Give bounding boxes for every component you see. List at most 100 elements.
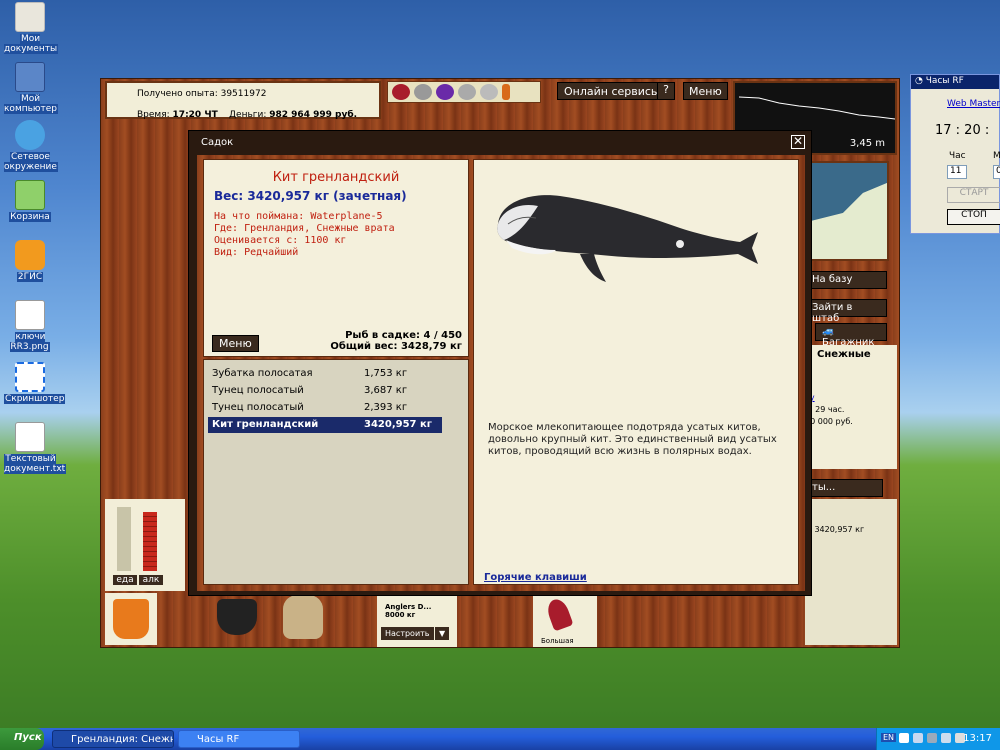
desktop-icon-2gis[interactable]: 2ГИС [4, 240, 56, 282]
web-master-link[interactable]: Web Master (I [947, 99, 1000, 109]
fish-description-panel: Морское млекопитающее подотряда усатых к… [473, 159, 799, 585]
taskbar-item-game[interactable]: Гренландия: Снежн... [52, 730, 174, 748]
list-item-weight: 3,687 кг [364, 385, 408, 396]
potion-gray-icon[interactable] [480, 84, 498, 100]
bowhead-whale-icon [497, 195, 758, 282]
list-item[interactable]: Тунец полосатый 2,393 кг [208, 400, 442, 416]
clock-title-label: Часы RF [925, 76, 964, 86]
clock-window-title[interactable]: ◔ Часы RF [911, 75, 999, 89]
hotkeys-link[interactable]: Горячие клавиши [484, 572, 587, 583]
potion-purple-icon[interactable] [436, 84, 454, 100]
potion-red-icon[interactable] [392, 84, 410, 100]
tray-icon[interactable] [927, 733, 937, 743]
potion-orange-icon[interactable] [502, 84, 510, 100]
list-item-name: Тунец полосатый [212, 385, 304, 396]
list-item-name: Кит гренландский [212, 419, 319, 430]
desktop-icon-label: Мои документы [4, 34, 59, 54]
potion-gray-icon[interactable] [414, 84, 432, 100]
help-button[interactable]: ? [657, 82, 675, 100]
desktop-icon-label: Текстовый документ.txt [4, 454, 67, 474]
tackle-setup-button[interactable]: Настроить [381, 627, 434, 640]
fish-count: Рыб в садке: 4 / 450 [345, 330, 462, 341]
fish-info-panel: Кит гренландский Вес: 3420,957 кг (зачет… [203, 159, 469, 357]
text-file-icon [15, 422, 45, 452]
clock-window: ◔ Часы RF Web Master (I 17 : 20 : Час М … [910, 74, 1000, 234]
fish-detail-bait: На что поймана: Waterplane-5 [214, 211, 383, 222]
drinks-bar [387, 81, 541, 103]
desktop-icon-label: Корзина [9, 212, 51, 222]
money-display: Деньги: 982 964 999 руб. [229, 110, 357, 120]
bait-sack-icon[interactable] [283, 595, 323, 639]
desktop-icon-text-doc[interactable]: Текстовый документ.txt [4, 422, 67, 474]
location-title: Снежные [817, 349, 871, 360]
taskbar-item-clock[interactable]: Часы RF [178, 730, 300, 748]
stop-button[interactable]: СТОП [947, 209, 1000, 225]
list-item-name: Зубатка полосатая [212, 368, 313, 379]
bucket-icon [113, 599, 149, 639]
desktop-icon-network[interactable]: Сетевое окружение [4, 120, 58, 172]
tackle-name: Anglers D... [385, 603, 432, 611]
map-panel[interactable] [801, 161, 889, 261]
keepnet-summary: Рыб в садке: 4 / 450 Общий вес: 3428,79 … [330, 330, 462, 352]
potion-gray-icon[interactable] [458, 84, 476, 100]
desktop-icon-label: Сетевое окружение [4, 152, 58, 172]
experience-text: Получено опыта: 39511972 [137, 89, 267, 99]
desktop-icon-keys-png[interactable]: ключи RR3.png [4, 300, 56, 352]
tray-icon[interactable] [899, 733, 909, 743]
trunk-button[interactable]: 🚙 Багажник [815, 323, 887, 348]
time-label: Время: [137, 110, 170, 120]
keepnet-menu-button[interactable]: Меню [212, 335, 259, 352]
desktop-icon-my-computer[interactable]: Мой компьютер [4, 62, 58, 114]
bait-pot-icon[interactable] [217, 599, 257, 635]
language-indicator[interactable]: EN [881, 733, 897, 742]
lure-slot[interactable]: Большая [533, 595, 597, 647]
to-base-button[interactable]: На базу [805, 271, 887, 289]
lure-label: Большая [541, 637, 574, 645]
tray-icon[interactable] [941, 733, 951, 743]
desktop-icon-label: 2ГИС [16, 272, 44, 282]
close-icon[interactable]: ✕ [791, 135, 805, 149]
keepnet-dialog: Садок ✕ Кит гренландский Вес: 3420,957 к… [188, 130, 812, 596]
desktop-icon-my-documents[interactable]: Мои документы [4, 2, 59, 54]
2gis-icon [15, 240, 45, 270]
screenshot-icon [15, 362, 45, 392]
fish-detail-location: Где: Гренландия, Снежные врата [214, 223, 395, 234]
desktop-icon-screenshoter[interactable]: Скриншотер [4, 362, 66, 404]
tackle-dropdown-button[interactable]: ▼ [435, 627, 450, 640]
total-weight: Общий вес: 3428,79 кг [330, 341, 462, 352]
location-info-panel: Снежные ку а: 29 час. 00 000 руб. 3 [805, 345, 897, 469]
fish-name: Кит гренландский [272, 170, 400, 185]
list-item-selected[interactable]: Кит гренландский 3420,957 кг [208, 417, 442, 433]
network-icon [15, 120, 45, 150]
needs-panel: еда алк [105, 499, 185, 591]
more-button[interactable]: ты... [805, 479, 883, 497]
food-label: еда [113, 575, 137, 585]
to-hq-button[interactable]: Зайти в штаб [805, 299, 887, 324]
bait-bucket[interactable] [105, 593, 157, 645]
info-line: 00 000 руб. [805, 417, 853, 426]
car-icon: 🚙 [822, 326, 835, 337]
start-button-taskbar[interactable]: Пуск [0, 728, 44, 750]
list-item-weight: 3420,957 кг [364, 419, 432, 430]
list-item-name: Тунец полосатый [212, 402, 304, 413]
fish-description: Морское млекопитающее подотряда усатых к… [488, 422, 777, 457]
list-item-weight: 1,753 кг [364, 368, 408, 379]
hour-input[interactable]: 11 [947, 165, 967, 179]
game-menu-button[interactable]: Меню [683, 82, 728, 100]
clock-time: 17 : 20 : [935, 123, 990, 138]
tray-icon[interactable] [913, 733, 923, 743]
online-services-button[interactable]: Онлайн сервисы [557, 82, 667, 100]
list-item-weight: 2,393 кг [364, 402, 408, 413]
minute-input[interactable]: 0 [993, 165, 1000, 179]
list-item[interactable]: Тунец полосатый 3,687 кг [208, 383, 442, 399]
tackle-slot: Anglers D... 8000 кг Настроить ▼ [377, 595, 457, 647]
taskbar: Пуск Гренландия: Снежн... Часы RF EN 13:… [0, 728, 1000, 750]
alcohol-gauge: алк [139, 507, 163, 585]
list-item[interactable]: Зубатка полосатая 1,753 кг [208, 366, 442, 382]
start-button[interactable]: СТАРТ [947, 187, 1000, 203]
fish-detail-rarity: Вид: Редчайший [214, 247, 299, 258]
taskbar-clock: 13:17 [963, 733, 992, 744]
fish-weight: Вес: 3420,957 кг (зачетная) [214, 189, 407, 203]
desktop-icon-recycle-bin[interactable]: Корзина [4, 180, 56, 222]
taskbar-item-label: Гренландия: Снежн... [71, 734, 173, 745]
